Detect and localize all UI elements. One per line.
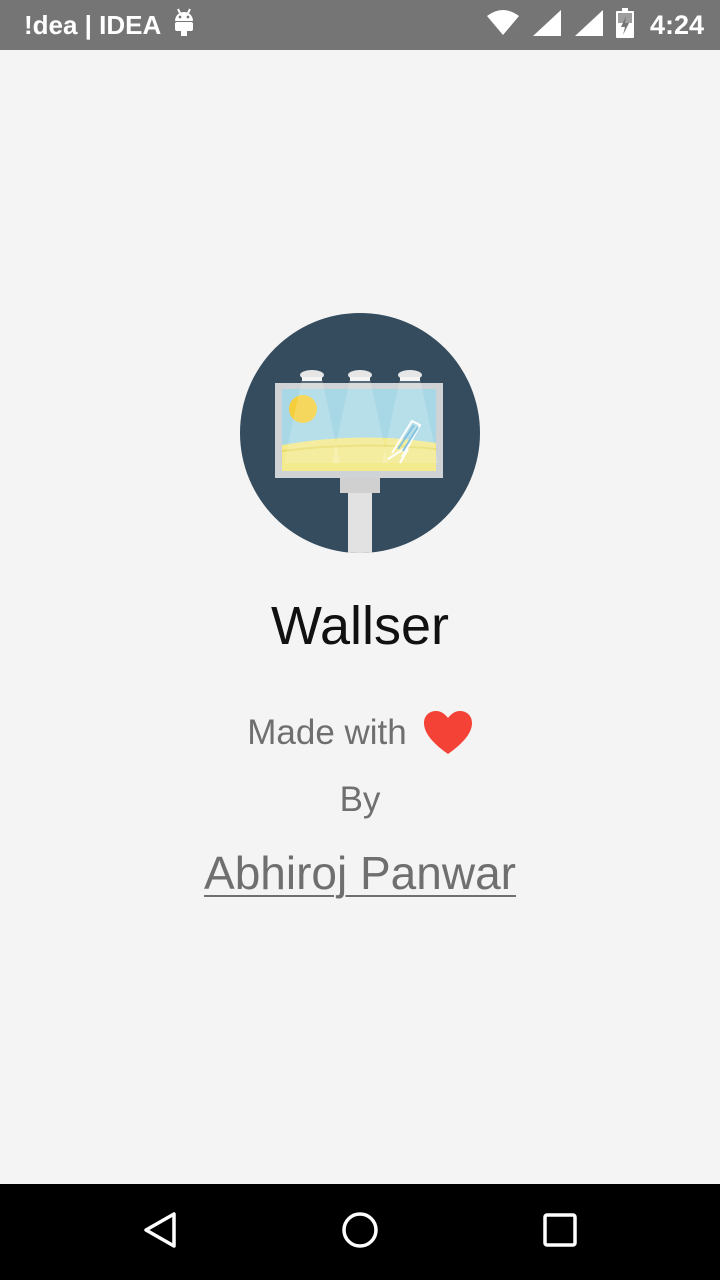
carrier-label: !dea | IDEA — [24, 9, 162, 40]
signal-icon — [574, 9, 604, 42]
status-bar: !dea | IDEA 4:24 — [0, 0, 720, 50]
made-with-label: Made with — [247, 713, 407, 752]
recents-icon — [540, 1210, 580, 1255]
author-link[interactable]: Abhiroj Panwar — [204, 847, 516, 899]
navigation-bar — [0, 1184, 720, 1280]
back-button[interactable] — [112, 1184, 208, 1280]
home-icon — [340, 1210, 380, 1255]
author-link-row: Abhiroj Panwar — [0, 846, 720, 900]
status-right: 4:24 — [486, 0, 704, 50]
clock: 4:24 — [649, 9, 704, 40]
battery-charging-icon — [615, 7, 634, 43]
by-label: By — [339, 780, 381, 819]
billboard-beach-icon — [240, 313, 480, 553]
wifi-icon — [486, 9, 520, 41]
android-icon — [173, 7, 195, 44]
status-left: !dea | IDEA — [24, 0, 195, 50]
recents-button[interactable] — [512, 1184, 608, 1280]
home-button[interactable] — [312, 1184, 408, 1280]
made-with-row: Made with — [0, 710, 720, 756]
back-icon — [140, 1210, 180, 1255]
about-screen: Wallser Made with By Abhiroj Panwar — [0, 50, 720, 1184]
heart-icon — [423, 710, 473, 756]
signal-icon — [532, 9, 562, 42]
app-name: Wallser — [270, 596, 449, 656]
